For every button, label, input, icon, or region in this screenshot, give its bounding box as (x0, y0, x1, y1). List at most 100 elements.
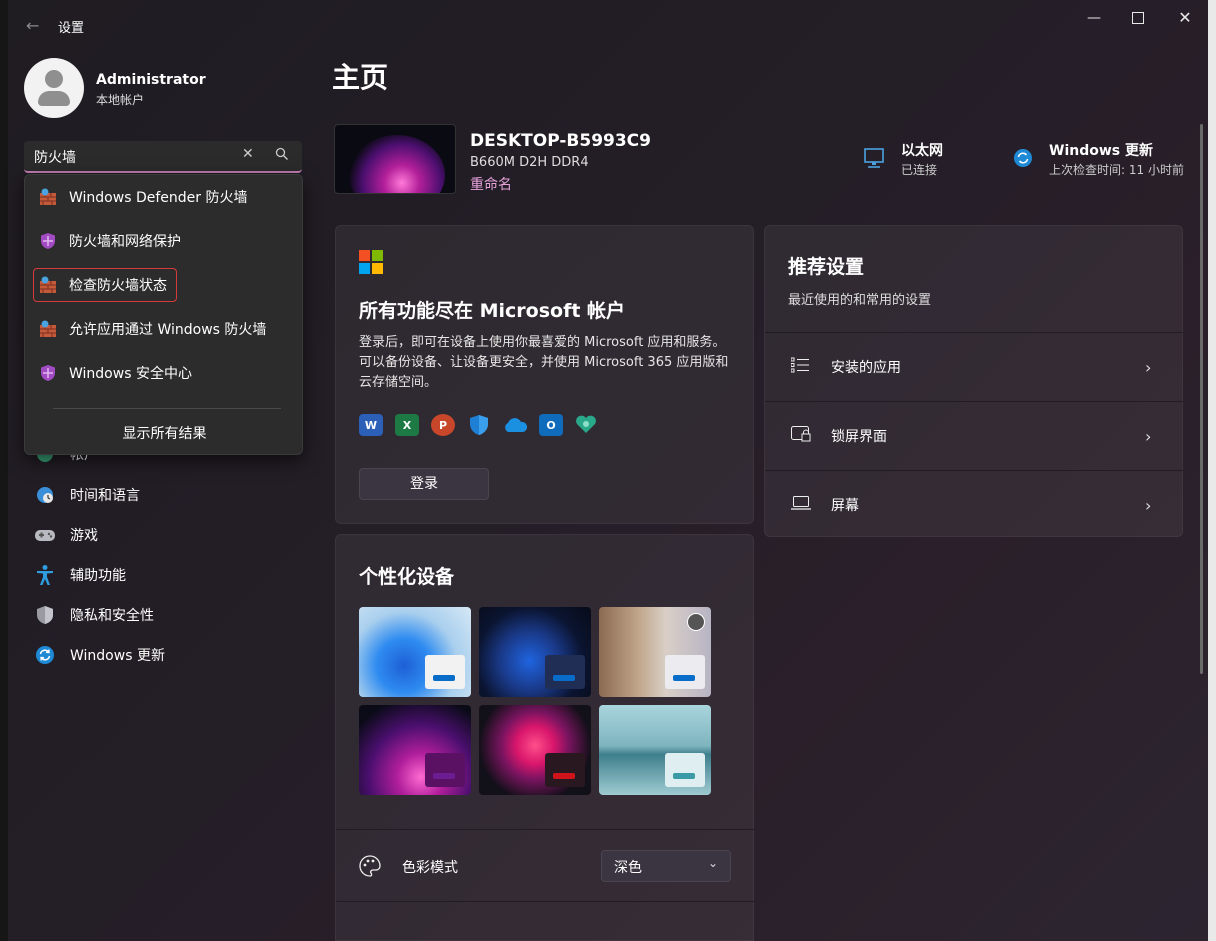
sidebar-item-label: 隐私和安全性 (70, 608, 154, 624)
shield-icon (41, 233, 55, 249)
list-icon (790, 357, 811, 377)
clear-icon[interactable]: ✕ (242, 146, 254, 162)
chevron-right-icon: › (1145, 357, 1152, 377)
signin-button[interactable]: 登录 (359, 468, 489, 500)
sidebar-item-label: 时间和语言 (70, 488, 140, 504)
microsoft-account-card: 所有功能尽在 Microsoft 帐户 登录后，即可在设备上使用你最喜爱的 Mi… (335, 225, 754, 524)
sidebar-item-gaming[interactable]: 游戏 (24, 517, 304, 553)
avatar[interactable] (24, 58, 84, 118)
minimize-icon[interactable]: — (1082, 8, 1106, 28)
sidebar-item-label: Windows 更新 (70, 648, 165, 664)
rename-link[interactable]: 重命名 (470, 174, 512, 194)
personalize-title: 个性化设备 (359, 566, 455, 588)
recommended-settings-card: 推荐设置 最近使用的和常用的设置 安装的应用 › 锁屏界面 › 屏幕 › (764, 225, 1183, 537)
update-icon (1013, 148, 1033, 172)
theme-thumb-windows-light[interactable] (359, 607, 471, 697)
device-name: DESKTOP-B5993C9 (470, 131, 651, 151)
theme-thumb-captured-motion[interactable] (359, 705, 471, 795)
search-icon[interactable] (275, 147, 289, 165)
update-title[interactable]: Windows 更新 (1049, 140, 1153, 160)
excel-icon: X (395, 414, 419, 436)
card-description: 登录后，即可在设备上使用你最喜爱的 Microsoft 应用和服务。可以备份设备… (359, 335, 729, 390)
search-result-check-firewall-status[interactable]: 检查防火墙状态 (33, 268, 177, 302)
recommended-title: 推荐设置 (788, 256, 865, 278)
theme-accent-swatch (433, 675, 455, 681)
recommended-subtitle: 最近使用的和常用的设置 (788, 293, 932, 308)
page-title: 主页 (332, 61, 389, 94)
window-title: 设置 (58, 21, 85, 36)
personalize-card: 个性化设备 色彩模式 深色 ⌄ (335, 534, 755, 941)
shield-icon (34, 604, 56, 626)
outlook-icon: O (539, 414, 563, 436)
scrollbar[interactable] (1200, 124, 1203, 674)
search-result-label: Windows 安全中心 (69, 366, 192, 382)
shield-icon (41, 365, 55, 381)
chevron-right-icon: › (1145, 495, 1152, 515)
sidebar-item-windows-update[interactable]: Windows 更新 (24, 637, 304, 673)
clock-globe-icon (34, 484, 56, 506)
chevron-down-icon: ⌄ (707, 856, 718, 870)
divider (336, 901, 755, 902)
device-model: B660M D2H DDR4 (470, 155, 589, 170)
microsoft-logo-icon (359, 250, 383, 274)
sidebar-item-accessibility[interactable]: 辅助功能 (24, 557, 304, 593)
sidebar-item-label: 游戏 (70, 528, 98, 544)
word-icon: W (359, 414, 383, 436)
recommended-item-label: 安装的应用 (831, 360, 901, 376)
network-status: 已连接 (901, 163, 938, 177)
device-wallpaper-preview[interactable] (334, 124, 456, 194)
sidebar-item-time-language[interactable]: 时间和语言 (24, 477, 304, 513)
color-mode-select[interactable]: 深色 ⌄ (601, 850, 731, 882)
divider (336, 829, 755, 830)
background-strip-left (0, 0, 8, 941)
theme-thumb-flow[interactable] (479, 705, 591, 795)
card-title: 所有功能尽在 Microsoft 帐户 (359, 300, 626, 322)
recommended-item-label: 锁屏界面 (831, 429, 887, 445)
recommended-item-label: 屏幕 (831, 498, 859, 514)
user-account-type: 本地帐户 (96, 93, 145, 107)
recommended-item-display[interactable]: 屏幕 › (765, 470, 1183, 539)
accessibility-icon (34, 564, 56, 586)
slideshow-icon (687, 613, 705, 631)
update-status: 上次检查时间: 11 小时前 (1049, 163, 1184, 177)
family-icon (575, 414, 597, 438)
maximize-icon[interactable] (1126, 8, 1150, 28)
search-input[interactable]: 防火墙 (34, 147, 76, 167)
theme-thumb-glow[interactable] (599, 607, 711, 697)
back-arrow-icon[interactable]: ← (26, 16, 39, 35)
search-result-label: Windows Defender 防火墙 (69, 190, 248, 206)
sidebar-item-label: 辅助功能 (70, 568, 126, 584)
divider (53, 408, 281, 409)
search-result-firewall-network-protection[interactable]: 防火墙和网络保护 (35, 224, 293, 258)
color-mode-value: 深色 (614, 860, 642, 876)
firewall-icon (40, 188, 56, 205)
palette-icon (359, 855, 381, 881)
close-icon[interactable]: ✕ (1173, 8, 1197, 28)
gamepad-icon (34, 524, 56, 546)
powerpoint-icon: P (431, 414, 455, 436)
theme-thumb-windows-dark[interactable] (479, 607, 591, 697)
search-result-windows-security[interactable]: Windows 安全中心 (35, 356, 293, 390)
recommended-item-lock-screen[interactable]: 锁屏界面 › (765, 401, 1183, 470)
laptop-icon (791, 496, 811, 514)
search-result-label: 检查防火墙状态 (69, 278, 167, 294)
firewall-icon (40, 276, 56, 293)
show-all-results-link[interactable]: 显示所有结果 (25, 423, 304, 443)
recommended-item-installed-apps[interactable]: 安装的应用 › (765, 332, 1183, 401)
sidebar-item-privacy[interactable]: 隐私和安全性 (24, 597, 304, 633)
defender-icon (469, 414, 489, 440)
search-result-label: 允许应用通过 Windows 防火墙 (69, 322, 267, 338)
ethernet-icon (862, 146, 886, 174)
search-result-allow-app-firewall[interactable]: 允许应用通过 Windows 防火墙 (35, 312, 293, 346)
search-box[interactable]: 防火墙 ✕ (24, 141, 302, 173)
background-strip-right (1208, 0, 1216, 941)
theme-thumb-sunrise[interactable] (599, 705, 711, 795)
search-result-label: 防火墙和网络保护 (69, 234, 181, 250)
search-results-dropdown: Windows Defender 防火墙 防火墙和网络保护 检查防火墙状态 允许… (24, 174, 303, 455)
update-icon (34, 644, 56, 666)
user-name: Administrator (96, 72, 206, 88)
settings-window: ← 设置 — ✕ Administrator 本地帐户 防火墙 ✕ 帐户 时间和… (8, 0, 1208, 941)
onedrive-icon (502, 417, 528, 437)
network-title[interactable]: 以太网 (901, 140, 943, 160)
search-result-defender-firewall[interactable]: Windows Defender 防火墙 (35, 180, 293, 214)
